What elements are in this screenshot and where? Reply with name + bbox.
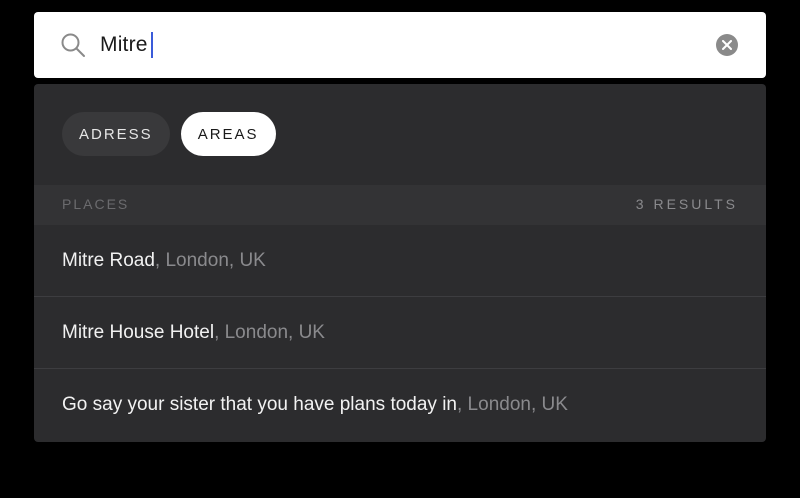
tab-areas[interactable]: AREAS	[180, 112, 276, 156]
list-item[interactable]: Go say your sister that you have plans t…	[34, 369, 766, 441]
result-location: , London, UK	[214, 321, 325, 343]
filter-tabs: ADRESS AREAS	[62, 112, 276, 156]
tab-adress[interactable]: ADRESS	[62, 112, 170, 156]
result-location: , London, UK	[457, 394, 568, 415]
section-title: PLACES	[62, 196, 130, 212]
search-bar[interactable]: Mitre	[34, 12, 766, 78]
results-list: Mitre Road, London, UK Mitre House Hotel…	[34, 225, 766, 441]
section-header: PLACES 3 RESULTS	[34, 185, 766, 225]
result-location: , London, UK	[154, 249, 266, 271]
search-results-dropdown: ADRESS AREAS PLACES 3 RESULTS Mitre Road…	[34, 84, 766, 442]
tab-label: ADRESS	[79, 125, 153, 143]
result-name: Mitre House Hotel	[62, 321, 215, 343]
list-item[interactable]: Mitre Road, London, UK	[34, 225, 766, 297]
result-name: Go say your sister that you have plans t…	[62, 394, 457, 415]
search-input-value: Mitre	[100, 33, 148, 56]
list-item[interactable]: Mitre House Hotel, London, UK	[34, 297, 766, 369]
result-count: 3 RESULTS	[635, 196, 738, 212]
search-input[interactable]: Mitre	[100, 12, 153, 78]
close-icon	[722, 40, 732, 50]
text-caret	[150, 32, 153, 58]
search-icon	[60, 32, 86, 58]
clear-search-button[interactable]	[716, 34, 738, 56]
tab-label: AREAS	[197, 125, 259, 143]
result-name: Mitre Road	[62, 249, 155, 271]
